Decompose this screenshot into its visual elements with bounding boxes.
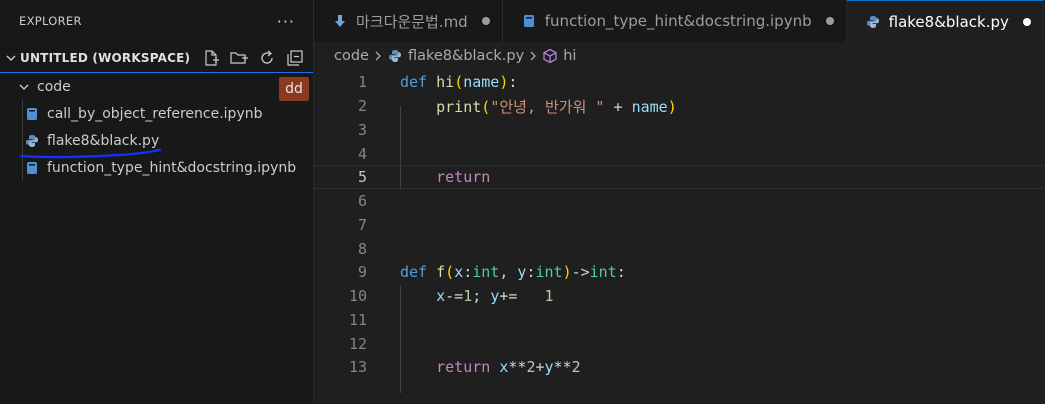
explorer-title: EXPLORER — [19, 14, 82, 28]
code-text: def f(x:int, y:int)->int: — [400, 263, 626, 281]
code-line[interactable]: 1 def hi(name): — [314, 70, 1045, 94]
notebook-icon — [521, 13, 537, 29]
chevron-right-icon — [528, 50, 538, 62]
code-line[interactable]: 3 — [314, 118, 1045, 142]
line-number: 3 — [357, 121, 367, 139]
code-line[interactable]: 7 — [314, 213, 1045, 237]
line-number: 5 — [357, 168, 367, 186]
code-line[interactable]: 12 — [314, 332, 1045, 356]
code-line[interactable]: 9 def f(x:int, y:int)->int: — [314, 260, 1045, 284]
chevron-right-icon — [373, 50, 383, 62]
dd-badge: dd — [279, 77, 309, 101]
line-number: 2 — [357, 97, 367, 115]
line-number: 12 — [348, 335, 367, 353]
unsaved-dot-icon[interactable] — [481, 17, 490, 25]
explorer-header: EXPLORER ··· — [0, 0, 313, 42]
unsaved-dot-icon[interactable] — [825, 17, 834, 25]
tab-markdown[interactable]: 마크다운문법.md — [314, 0, 503, 42]
file-tree: code call_by_object_reference.ipynb flak… — [0, 73, 313, 181]
code-text: return x**2+y**2 — [436, 358, 581, 376]
python-icon — [865, 14, 881, 30]
breadcrumb: code flake8&black.py hi — [314, 42, 1045, 70]
code-line[interactable]: 4 — [314, 142, 1045, 166]
new-folder-icon[interactable] — [229, 48, 249, 68]
file-call-by-object-reference[interactable]: call_by_object_reference.ipynb — [0, 100, 313, 127]
code-text: return — [436, 168, 491, 186]
notebook-icon — [24, 106, 40, 122]
code-line-current[interactable]: 5 return — [314, 165, 1045, 189]
editor-tab-bar: 마크다운문법.md function_type_hint&docstring.i… — [314, 0, 1045, 42]
refresh-icon[interactable] — [257, 48, 277, 68]
folder-code[interactable]: code — [0, 73, 313, 100]
tab-flake8-black[interactable]: flake8&black.py — [846, 0, 1044, 42]
pen-underline-mark — [19, 148, 162, 159]
code-line[interactable]: 6 — [314, 189, 1045, 213]
notebook-icon — [24, 160, 40, 176]
tab-label: function_type_hint&docstring.ipynb — [544, 12, 812, 30]
chevron-down-icon — [4, 51, 18, 65]
line-number: 1 — [357, 73, 367, 91]
workspace-actions — [201, 48, 305, 68]
indent-guide — [22, 100, 23, 180]
new-file-icon[interactable] — [201, 48, 221, 68]
code-text: x-=1; y+= 1 — [436, 287, 554, 305]
breadcrumb-file[interactable]: flake8&black.py — [408, 48, 524, 64]
explorer-sidebar: EXPLORER ··· UNTITLED (WORKSPACE) code c… — [0, 0, 314, 404]
file-label: call_by_object_reference.ipynb — [47, 105, 263, 122]
tab-label: 마크다운문법.md — [356, 12, 468, 31]
unsaved-dot-icon[interactable] — [1022, 17, 1031, 26]
line-number: 7 — [357, 216, 367, 234]
code-line[interactable]: 13 return x**2+y**2 — [314, 355, 1045, 379]
line-number: 10 — [348, 287, 367, 305]
more-actions-icon[interactable]: ··· — [277, 12, 295, 31]
code-line[interactable]: 11 — [314, 308, 1045, 332]
line-number: 4 — [357, 145, 367, 163]
code-line[interactable]: 2 print("안녕, 반가워 " + name) — [314, 94, 1045, 118]
collapse-all-icon[interactable] — [285, 48, 305, 68]
folder-label: code — [37, 78, 71, 95]
workspace-title: UNTITLED (WORKSPACE) — [20, 51, 191, 65]
line-number: 13 — [348, 358, 367, 376]
code-editor[interactable]: 1 def hi(name): 2 print("안녕, 반가워 " + nam… — [314, 70, 1045, 404]
breadcrumb-symbol[interactable]: hi — [563, 48, 576, 64]
code-line[interactable]: 10 x-=1; y+= 1 — [314, 284, 1045, 308]
symbol-method-icon — [542, 48, 558, 64]
code-text: def hi(name): — [400, 73, 518, 91]
line-number: 6 — [357, 192, 367, 210]
python-icon — [387, 48, 403, 64]
tab-function-type-hint[interactable]: function_type_hint&docstring.ipynb — [503, 0, 847, 42]
line-number: 11 — [348, 311, 367, 329]
download-arrow-icon — [332, 13, 348, 29]
workspace-header[interactable]: UNTITLED (WORKSPACE) — [0, 44, 313, 72]
vscode-window: EXPLORER ··· UNTITLED (WORKSPACE) code c… — [0, 0, 1045, 404]
tab-label: flake8&black.py — [888, 12, 1009, 31]
line-number: 9 — [357, 263, 367, 281]
chevron-down-icon — [17, 80, 31, 94]
code-line[interactable]: 8 — [314, 237, 1045, 261]
file-label: function_type_hint&docstring.ipynb — [47, 159, 297, 176]
breadcrumb-folder[interactable]: code — [334, 48, 369, 64]
code-text: print("안녕, 반가워 " + name) — [436, 97, 677, 116]
line-number: 8 — [357, 240, 367, 258]
